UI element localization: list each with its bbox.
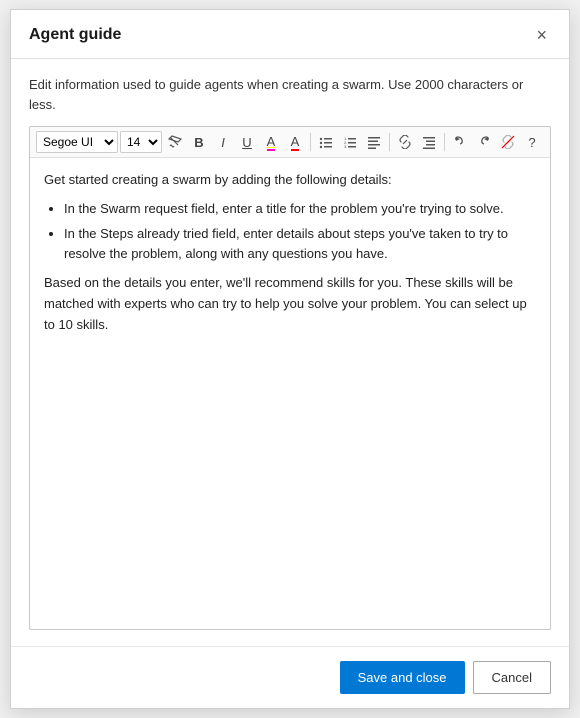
dialog-footer: Save and close Cancel: [11, 646, 569, 708]
underline-label: U: [242, 135, 251, 150]
dialog-title: Agent guide: [29, 26, 121, 44]
content-intro: Get started creating a swarm by adding t…: [44, 170, 536, 191]
dialog-body: Edit information used to guide agents wh…: [11, 59, 569, 646]
link-icon: [398, 135, 412, 149]
underline-button[interactable]: U: [236, 131, 258, 153]
paint-icon: [168, 135, 182, 149]
italic-label: I: [221, 135, 225, 150]
remove-link-button[interactable]: [497, 131, 519, 153]
editor-toolbar: Segoe UI Arial Times New Roman Calibri 8…: [30, 127, 550, 158]
description-text: Edit information used to guide agents wh…: [29, 75, 551, 114]
remove-link-icon: [501, 135, 515, 149]
bold-button[interactable]: B: [188, 131, 210, 153]
redo-button[interactable]: [473, 131, 495, 153]
link-button[interactable]: [394, 131, 416, 153]
toolbar-divider-1: [310, 133, 311, 151]
content-list: In the Swarm request field, enter a titl…: [64, 199, 536, 265]
content-closing: Based on the details you enter, we'll re…: [44, 273, 536, 335]
bullets-button[interactable]: [315, 131, 337, 153]
indent-button[interactable]: [418, 131, 440, 153]
font-size-select[interactable]: 8 9 10 11 12 14 16 18 20 24: [120, 131, 162, 153]
redo-icon: [477, 135, 491, 149]
numbering-button[interactable]: 1. 2. 3.: [339, 131, 361, 153]
close-button[interactable]: ×: [532, 24, 551, 46]
editor-container: Segoe UI Arial Times New Roman Calibri 8…: [29, 126, 551, 630]
bold-label: B: [194, 135, 203, 150]
font-color-label: A: [291, 134, 300, 151]
italic-button[interactable]: I: [212, 131, 234, 153]
editor-content[interactable]: Get started creating a swarm by adding t…: [30, 158, 550, 629]
clear-formatting-button[interactable]: [164, 131, 186, 153]
highlight-button[interactable]: A: [260, 131, 282, 153]
list-item: In the Steps already tried field, enter …: [64, 224, 536, 266]
align-button[interactable]: [363, 131, 385, 153]
numbering-icon: 1. 2. 3.: [343, 135, 357, 149]
svg-text:3.: 3.: [344, 144, 347, 149]
save-close-button[interactable]: Save and close: [340, 661, 465, 694]
undo-button[interactable]: [449, 131, 471, 153]
toolbar-divider-2: [389, 133, 390, 151]
highlight-label: A: [267, 134, 276, 151]
toolbar-divider-3: [444, 133, 445, 151]
font-color-button[interactable]: A: [284, 131, 306, 153]
help-label: ?: [528, 135, 535, 150]
help-button[interactable]: ?: [521, 131, 543, 153]
agent-guide-dialog: Agent guide × Edit information used to g…: [10, 9, 570, 709]
list-item: In the Swarm request field, enter a titl…: [64, 199, 536, 220]
indent-icon: [422, 135, 436, 149]
align-icon: [367, 135, 381, 149]
font-name-select[interactable]: Segoe UI Arial Times New Roman Calibri: [36, 131, 118, 153]
undo-icon: [453, 135, 467, 149]
bullets-icon: [319, 135, 333, 149]
dialog-header: Agent guide ×: [11, 10, 569, 59]
cancel-button[interactable]: Cancel: [473, 661, 551, 694]
